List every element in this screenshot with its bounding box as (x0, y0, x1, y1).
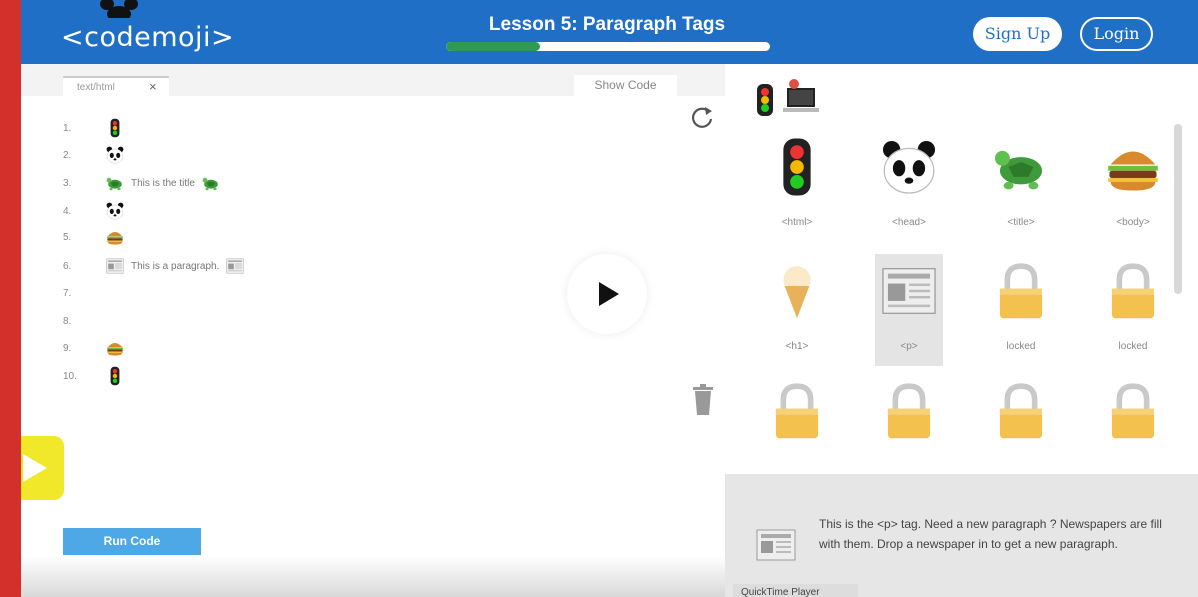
editor-header: text/html × Show Code (21, 64, 725, 96)
panda-icon[interactable] (105, 145, 125, 165)
codemoji-logo[interactable]: <codemoji> (61, 0, 235, 53)
lesson-progress-fill (446, 42, 540, 51)
laptop-category-icon[interactable] (783, 86, 819, 114)
line-number: 2. (63, 149, 72, 161)
sign-up-button[interactable]: Sign Up (973, 17, 1062, 51)
palette-item[interactable] (763, 380, 831, 447)
line-number: 1. (63, 122, 72, 134)
palette-item[interactable] (987, 380, 1055, 447)
palette-scrollbar[interactable] (1174, 124, 1182, 294)
palette-item[interactable] (1099, 380, 1167, 447)
line-number: 5. (63, 231, 72, 243)
tag-description-text: This is the <p> tag. Need a new paragrap… (819, 517, 1162, 551)
turtle-icon[interactable] (201, 173, 221, 193)
code-line[interactable]: 8. (63, 309, 105, 333)
newspaper-icon[interactable] (225, 256, 245, 276)
palette-toolbar (755, 79, 819, 120)
panda-logo-icon (100, 0, 138, 18)
run-code-button[interactable]: Run Code (63, 528, 201, 555)
tab-text-html[interactable]: text/html × (63, 76, 169, 96)
palette-item[interactable]: <body> (1099, 136, 1167, 228)
traffic-light-icon[interactable] (105, 366, 125, 386)
code-line[interactable]: 3. This is the title (63, 171, 221, 195)
code-line[interactable]: 6. This is a paragraph. (63, 254, 245, 278)
palette-item[interactable]: <title> (987, 136, 1055, 228)
code-line[interactable]: 10. (63, 364, 125, 388)
line-number: 10. (63, 370, 77, 382)
tab-close-icon[interactable]: × (149, 79, 157, 94)
burger-icon (1099, 136, 1167, 203)
tab-label: text/html (77, 82, 115, 93)
line-text: This is the title (131, 177, 195, 189)
palette-item-label: <head> (892, 217, 926, 228)
palette-item[interactable]: locked (1099, 260, 1167, 352)
palette-item-label: <html> (781, 217, 813, 228)
traffic-light-icon[interactable] (105, 118, 125, 138)
lock-icon (1099, 380, 1167, 447)
newspaper-icon[interactable] (105, 256, 125, 276)
lock-icon (875, 380, 943, 447)
show-code-button[interactable]: Show Code (574, 75, 677, 96)
code-line[interactable]: 5. (63, 225, 125, 249)
refresh-icon[interactable] (689, 104, 715, 130)
quicktime-label: QuickTime Player (733, 584, 858, 597)
code-line[interactable]: 2. (63, 143, 125, 167)
palette-item[interactable]: <p> (875, 254, 943, 366)
traffic-light-category-icon[interactable] (755, 83, 775, 117)
code-line[interactable]: 9. (63, 336, 125, 360)
app-window: <codemoji> Lesson 5: Paragraph Tags Sign… (21, 0, 1198, 597)
newspaper-icon (756, 529, 796, 561)
palette-item[interactable]: locked (987, 260, 1055, 352)
lock-icon (987, 260, 1055, 327)
bottom-shadow (21, 556, 725, 597)
palette-item[interactable]: <head> (875, 136, 943, 228)
palette-item[interactable]: <html> (763, 136, 831, 228)
emoji-grid: <html> <head> <title> <body> <h1> <p> locked lo… (725, 130, 1175, 475)
play-button[interactable] (567, 254, 647, 334)
line-number: 3. (63, 177, 72, 189)
emoji-palette-panel: <html> <head> <title> <body> <h1> <p> locked lo… (725, 64, 1198, 597)
palette-item[interactable]: <h1> (763, 260, 831, 352)
palette-item-label: locked (1118, 341, 1148, 352)
line-number: 8. (63, 315, 72, 327)
notification-badge (789, 79, 799, 89)
panda-icon[interactable] (105, 201, 125, 221)
palette-item-label: <body> (1116, 217, 1150, 228)
palette-item-label: locked (1006, 341, 1036, 352)
code-line[interactable]: 7. (63, 281, 105, 305)
line-number: 7. (63, 287, 72, 299)
turtle-icon[interactable] (105, 173, 125, 193)
code-line[interactable]: 1. (63, 116, 125, 140)
trash-icon[interactable] (692, 384, 714, 416)
burger-icon[interactable] (105, 338, 125, 358)
palette-item[interactable] (875, 380, 943, 447)
line-number: 9. (63, 342, 72, 354)
lesson-title: Lesson 5: Paragraph Tags (488, 14, 726, 35)
panda-icon (875, 136, 943, 203)
video-play-tab[interactable] (21, 436, 64, 500)
lock-icon (1099, 260, 1167, 327)
code-line[interactable]: 4. (63, 199, 125, 223)
burger-icon[interactable] (105, 227, 125, 247)
traffic-light-icon (763, 136, 831, 203)
lesson-progress-bar (446, 42, 770, 51)
ice-cream-icon (763, 260, 831, 327)
login-button[interactable]: Login (1080, 17, 1153, 51)
top-bar: <codemoji> Lesson 5: Paragraph Tags Sign… (21, 0, 1198, 64)
line-text: This is a paragraph. (131, 260, 220, 272)
line-number: 4. (63, 205, 72, 217)
line-number: 6. (63, 260, 72, 272)
turtle-icon (987, 136, 1055, 203)
palette-item-label: <title> (1007, 217, 1035, 228)
logo-text: <codemoji> (61, 22, 235, 53)
newspaper-icon (875, 260, 943, 327)
palette-item-label: <p> (900, 341, 918, 352)
tag-description: This is the <p> tag. Need a new paragrap… (725, 474, 1198, 597)
palette-item-label: <h1> (785, 341, 809, 352)
lock-icon (763, 380, 831, 447)
lock-icon (987, 380, 1055, 447)
